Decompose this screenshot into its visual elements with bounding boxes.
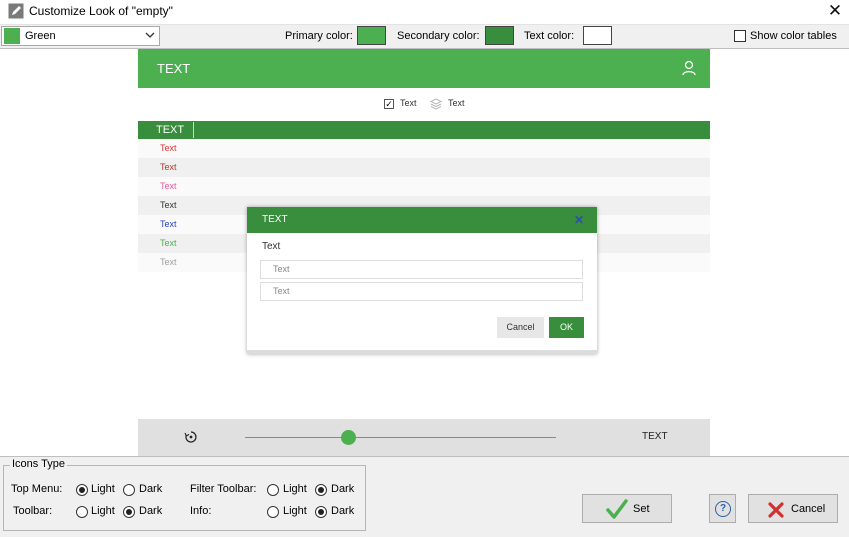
checkmark-icon bbox=[606, 498, 628, 520]
theme-select-value: Green bbox=[25, 30, 56, 42]
table-cell: Text bbox=[160, 181, 177, 191]
checkbox-checked-icon[interactable]: ✓ bbox=[384, 99, 394, 109]
filter-toolbar-dark-label: Dark bbox=[331, 483, 355, 495]
slider-track[interactable] bbox=[245, 437, 556, 438]
cancel-button[interactable]: Cancel bbox=[748, 494, 838, 523]
toolbar-dark-label: Dark bbox=[139, 505, 163, 517]
set-button[interactable]: Set bbox=[582, 494, 672, 523]
user-icon[interactable] bbox=[681, 60, 697, 76]
preview-player-bar: TEXT bbox=[138, 419, 710, 456]
red-x-icon bbox=[768, 502, 784, 518]
dialog-cancel-button[interactable]: Cancel bbox=[497, 317, 544, 338]
secondary-color-swatch[interactable] bbox=[485, 26, 514, 45]
help-button[interactable]: ? bbox=[709, 494, 736, 523]
filter-toolbar-label: Filter Toolbar: bbox=[190, 483, 257, 495]
preview-app-frame: TEXT ✓ Text Text TEXT Text Text Text Tex… bbox=[138, 49, 710, 456]
toolbar-dark-radio[interactable] bbox=[123, 506, 135, 518]
table-header-divider bbox=[193, 122, 194, 138]
layers-icon bbox=[429, 98, 443, 110]
title-bar: Customize Look of "empty" ✕ bbox=[0, 0, 849, 24]
table-cell: Text bbox=[160, 257, 177, 267]
dialog-ok-button[interactable]: OK bbox=[549, 317, 584, 338]
top-menu-light-label: Light bbox=[91, 483, 115, 495]
info-dark-radio[interactable] bbox=[315, 506, 327, 518]
close-window-button[interactable]: ✕ bbox=[826, 1, 844, 21]
show-color-tables-label: Show color tables bbox=[750, 30, 837, 42]
info-light-radio[interactable] bbox=[267, 506, 279, 518]
preview-header: TEXT bbox=[138, 49, 710, 88]
top-menu-dark-label: Dark bbox=[139, 483, 163, 495]
chevron-down-icon bbox=[144, 29, 156, 41]
top-menu-label: Top Menu: bbox=[11, 483, 63, 495]
preview-layers-label: Text bbox=[448, 98, 465, 108]
table-row[interactable]: Text bbox=[138, 177, 710, 196]
filter-toolbar-light-label: Light bbox=[283, 483, 307, 495]
show-color-tables-checkbox[interactable] bbox=[734, 30, 746, 42]
table-row[interactable]: Text bbox=[138, 139, 710, 158]
dialog-input-1[interactable]: Text bbox=[260, 260, 583, 279]
secondary-color-label: Secondary color: bbox=[397, 30, 480, 42]
preview-checkbox-row: ✓ Text Text bbox=[138, 96, 710, 114]
icons-type-legend: Icons Type bbox=[10, 458, 67, 470]
replay-icon[interactable] bbox=[184, 430, 198, 444]
info-label: Info: bbox=[190, 505, 212, 517]
window-title: Customize Look of "empty" bbox=[29, 4, 173, 18]
table-header-label: TEXT bbox=[156, 124, 185, 136]
top-menu-light-radio[interactable] bbox=[76, 484, 88, 496]
primary-color-label: Primary color: bbox=[285, 30, 353, 42]
preview-header-text: TEXT bbox=[157, 61, 191, 76]
theme-select[interactable]: Green bbox=[1, 26, 160, 46]
toolbar-light-radio[interactable] bbox=[76, 506, 88, 518]
preview-checkbox-label: Text bbox=[400, 98, 417, 108]
cancel-button-label: Cancel bbox=[791, 503, 826, 515]
top-menu-dark-radio[interactable] bbox=[123, 484, 135, 496]
dialog-header: TEXT ✕ bbox=[247, 207, 597, 233]
info-dark-label: Dark bbox=[331, 505, 355, 517]
table-cell: Text bbox=[160, 143, 177, 153]
player-text: TEXT bbox=[642, 431, 668, 442]
close-icon[interactable]: ✕ bbox=[574, 213, 584, 227]
pencil-icon bbox=[8, 3, 24, 19]
table-cell: Text bbox=[160, 238, 177, 248]
table-row[interactable]: Text bbox=[138, 158, 710, 177]
table-cell: Text bbox=[160, 162, 177, 172]
toolbar-label: Toolbar: bbox=[13, 505, 53, 517]
preview-area: TEXT ✓ Text Text TEXT Text Text Text Tex… bbox=[0, 48, 849, 457]
filter-toolbar-light-radio[interactable] bbox=[267, 484, 279, 496]
dialog-bottom-bar bbox=[247, 350, 597, 354]
dialog-title: TEXT bbox=[262, 214, 288, 225]
primary-color-swatch[interactable] bbox=[357, 26, 386, 45]
help-icon: ? bbox=[715, 501, 731, 517]
table-cell: Text bbox=[160, 219, 177, 229]
dialog-input-2[interactable]: Text bbox=[260, 282, 583, 301]
text-color-swatch[interactable] bbox=[583, 26, 612, 45]
table-cell: Text bbox=[160, 200, 177, 210]
toolbar-light-label: Light bbox=[91, 505, 115, 517]
dialog-label: Text bbox=[262, 241, 281, 252]
preview-table-header: TEXT bbox=[138, 121, 710, 139]
info-light-label: Light bbox=[283, 505, 307, 517]
icons-type-group: Icons Type Top Menu: Light Dark Filter T… bbox=[3, 458, 366, 531]
set-button-label: Set bbox=[633, 503, 650, 515]
filter-toolbar-dark-radio[interactable] bbox=[315, 484, 327, 496]
text-color-label: Text color: bbox=[524, 30, 575, 42]
theme-swatch bbox=[4, 28, 20, 44]
slider-thumb[interactable] bbox=[340, 430, 356, 445]
preview-dialog: TEXT ✕ Text Text Text Cancel OK bbox=[247, 207, 597, 354]
